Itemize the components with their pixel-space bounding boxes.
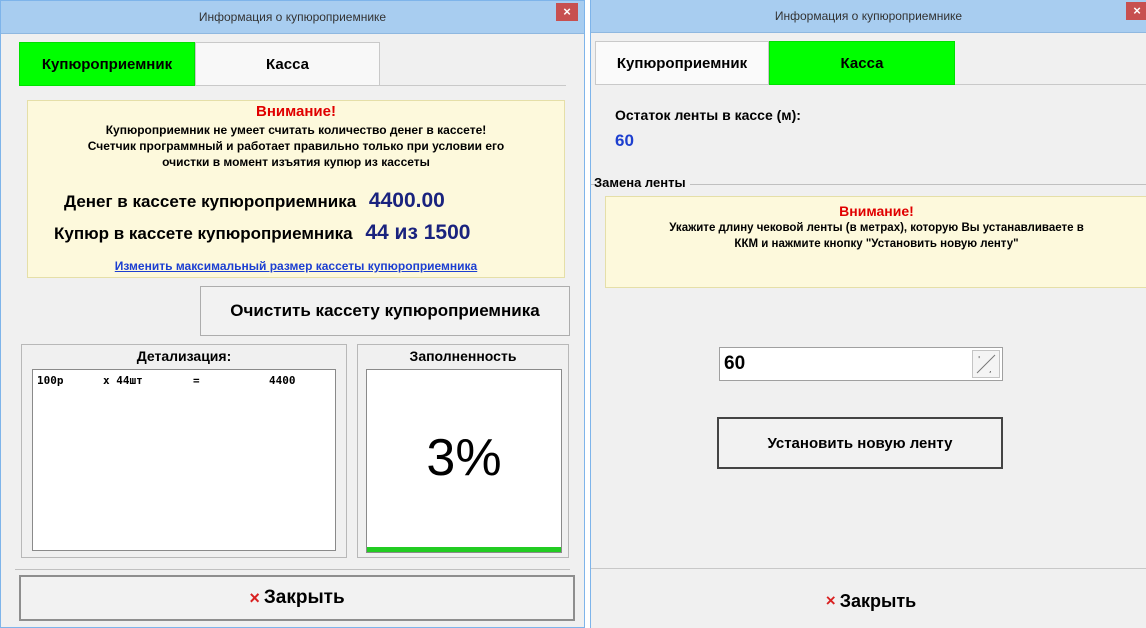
warning-text-line: очистки в момент изъятия купюр из кассет… xyxy=(162,155,430,169)
tab-cash-register[interactable]: Касса xyxy=(195,42,380,86)
window-title: Информация о купюроприемнике xyxy=(774,9,963,23)
change-capacity-link[interactable]: Изменить максимальный размер кассеты куп… xyxy=(28,259,564,273)
warning-text-line: Купюроприемник не умеет считать количест… xyxy=(105,123,487,137)
detail-cell-sum: 4400 xyxy=(269,374,296,387)
money-value: 4400.00 xyxy=(368,189,445,212)
tape-warning-title: Внимание! xyxy=(839,203,914,219)
tape-warning-line: ККМ и нажмите кнопку "Установить новую л… xyxy=(734,238,1019,250)
details-group: Детализация: 100р x 44шт = 4400 xyxy=(21,344,347,558)
fill-percent: 3% xyxy=(426,429,502,487)
detail-cell-denom: 100р xyxy=(37,374,64,387)
cash-acceptor-info-window: Информация о купюроприемнике × Купюропри… xyxy=(0,0,585,628)
tab-cash-acceptor[interactable]: Купюроприемник xyxy=(595,41,769,85)
close-icon: × xyxy=(249,587,260,608)
close-button-label: Закрыть xyxy=(263,587,345,608)
tape-remaining-value: 60 xyxy=(615,131,634,150)
warning-title: Внимание! xyxy=(256,103,336,120)
detail-row[interactable]: 100р x 44шт = 4400 xyxy=(33,374,335,390)
close-button[interactable]: × Закрыть xyxy=(595,580,1146,622)
window-title: Информация о купюроприемнике xyxy=(198,10,387,24)
close-button[interactable]: × Закрыть xyxy=(19,575,575,621)
tab-cash-register[interactable]: Касса xyxy=(769,41,955,85)
detail-cell-count: x 44шт xyxy=(103,374,143,387)
details-list[interactable]: 100р x 44шт = 4400 xyxy=(32,369,336,551)
tab-strip-line xyxy=(380,85,566,86)
new-tape-length-value: 60 xyxy=(724,353,746,374)
money-label: Денег в кассете купюроприемника xyxy=(64,192,357,211)
warning-panel: Внимание! Купюроприемник не умеет считат… xyxy=(27,100,565,278)
title-bar[interactable]: Информация о купюроприемнике × xyxy=(591,0,1146,33)
window-client: Купюроприемник Касса Внимание! Купюропри… xyxy=(7,34,578,623)
svg-text:': ' xyxy=(978,355,980,364)
new-tape-length-input[interactable]: 60 ' , xyxy=(719,347,1003,381)
fill-level-bar xyxy=(367,547,561,552)
window-client: Купюроприемник Касса Остаток ленты в кас… xyxy=(591,33,1146,624)
tape-remaining-label: Остаток ленты в кассе (м): xyxy=(615,107,801,123)
detail-cell-eq: = xyxy=(193,374,200,387)
bills-value: 44 из 1500 xyxy=(365,221,471,244)
details-title: Детализация: xyxy=(136,348,232,364)
clear-cassette-button[interactable]: Очистить кассету купюроприемника xyxy=(200,286,570,336)
fill-group: Заполненность 3% xyxy=(357,344,569,558)
replace-group-title: Замена ленты xyxy=(594,175,690,190)
cash-register-info-window: Информация о купюроприемнике × Купюропри… xyxy=(590,0,1146,628)
close-button-label: Закрыть xyxy=(839,590,917,611)
bills-label: Купюр в кассете купюроприемника xyxy=(54,224,353,243)
tab-strip-line xyxy=(955,84,1146,85)
spin-icon[interactable]: ' , xyxy=(972,350,1000,378)
window-close-button[interactable]: × xyxy=(556,3,578,21)
tape-warning-panel: Внимание! Укажите длину чековой ленты (в… xyxy=(605,196,1146,288)
window-close-button[interactable]: × xyxy=(1126,2,1146,20)
svg-text:,: , xyxy=(989,365,992,374)
warning-text-line: Счетчик программный и работает правильно… xyxy=(87,139,505,153)
fill-gauge: 3% xyxy=(366,369,562,553)
fill-title: Заполненность xyxy=(409,348,517,364)
title-bar[interactable]: Информация о купюроприемнике × xyxy=(1,1,584,34)
tab-cash-acceptor[interactable]: Купюроприемник xyxy=(19,42,195,86)
close-icon: × xyxy=(825,591,836,610)
set-new-tape-button[interactable]: Установить новую ленту xyxy=(717,417,1003,469)
tape-warning-line: Укажите длину чековой ленты (в метрах), … xyxy=(669,222,1084,234)
